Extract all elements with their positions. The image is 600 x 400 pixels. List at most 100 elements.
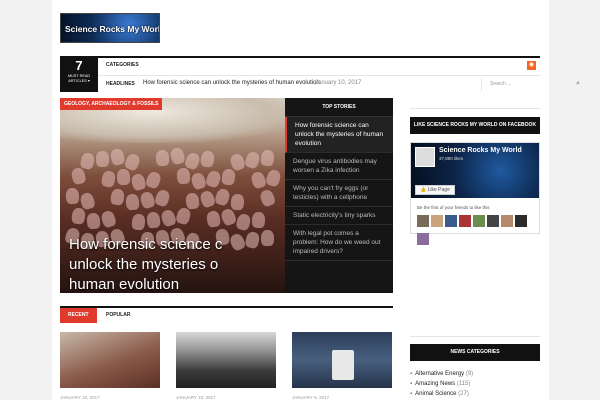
headline-link[interactable]: How forensic science can unlock the myst… <box>143 80 320 86</box>
article-date: JANUARY 10, 2017 <box>176 395 216 400</box>
hand-stencil-shape <box>95 150 110 168</box>
top-stories-panel: TOP STORIES How forensic science can unl… <box>285 98 393 293</box>
hand-stencil-shape <box>185 192 200 210</box>
news-category-name: Alternative Energy <box>415 371 465 377</box>
hand-stencil-shape <box>230 193 245 211</box>
hand-stencil-shape <box>131 213 146 231</box>
hand-stencil-shape <box>198 189 217 209</box>
news-category-name: Amazing News <box>415 381 456 387</box>
site-logo[interactable]: Science Rocks My World... <box>60 13 160 43</box>
top-stories-heading: TOP STORIES <box>285 98 393 117</box>
hand-stencil-shape <box>125 193 140 211</box>
must-read-counter[interactable]: 7 MUST READ ARTICLES ▾ <box>60 58 98 92</box>
news-category-item[interactable]: ▪ Amazing News (115) <box>410 379 540 389</box>
facebook-friend-avatar[interactable] <box>445 215 457 227</box>
hand-stencil-shape <box>79 151 96 171</box>
logo-text: Science Rocks My World... <box>65 24 160 34</box>
top-story-item[interactable]: Why you can't fry eggs (or testicles) wi… <box>285 180 393 207</box>
featured-title-line: human evolution <box>69 276 180 293</box>
hand-stencil-shape <box>70 166 87 186</box>
bullet-icon: ▪ <box>410 381 413 387</box>
hand-stencil-shape <box>264 168 283 188</box>
article-date: JANUARY 9, 2017 <box>292 395 330 400</box>
top-story-item[interactable]: How forensic science can unlock the myst… <box>285 117 393 153</box>
tab-recent[interactable]: RECENT <box>60 308 97 323</box>
news-category-count: (115) <box>456 381 471 387</box>
facebook-like-box: Science Rocks My World 37,880 likes 👍 Li… <box>410 142 540 245</box>
news-categories-list: ▪ Alternative Energy (9) ▪ Amazing News (1… <box>410 369 540 399</box>
featured-title[interactable]: How forensic science c unlock the myster… <box>69 235 279 293</box>
hand-stencil-shape <box>169 146 186 166</box>
hand-stencil-shape <box>235 212 252 232</box>
hand-stencil-shape <box>243 150 262 170</box>
recent-popular-tabs: RECENT POPULAR <box>60 306 393 323</box>
article-thumbnail[interactable] <box>60 332 160 388</box>
bullet-icon: ▪ <box>410 391 413 397</box>
thumbs-up-icon: 👍 <box>420 187 427 193</box>
facebook-like-count: 37,880 likes <box>439 156 464 161</box>
hand-stencil-shape <box>138 190 157 210</box>
top-story-item[interactable]: Dengue virus antibodies may worsen a Zik… <box>285 153 393 180</box>
rss-icon[interactable]: ◉ <box>527 61 536 70</box>
facebook-friend-avatar[interactable] <box>487 215 499 227</box>
facebook-friend-avatar[interactable] <box>501 215 513 227</box>
hand-stencil-shape <box>109 188 126 206</box>
hand-stencil-shape <box>199 150 216 168</box>
hand-stencil-shape <box>204 169 223 189</box>
hand-stencil-shape <box>174 206 193 226</box>
facebook-friend-avatar[interactable] <box>417 215 429 227</box>
facebook-page-name[interactable]: Science Rocks My World <box>439 147 522 154</box>
news-category-item[interactable]: ▪ Animal Science (27) <box>410 389 540 399</box>
hand-stencil-shape <box>249 170 268 190</box>
headline-ticker: HEADLINES How forensic science can unloc… <box>98 75 580 92</box>
hand-stencil-shape <box>109 147 126 167</box>
featured-title-line: How forensic science c <box>69 236 223 253</box>
sidebar-divider <box>410 108 540 109</box>
featured-title-line: unlock the mysteries o <box>69 256 219 273</box>
hand-stencil-shape <box>258 188 277 208</box>
hand-stencil-shape <box>146 211 161 229</box>
article-thumbnail[interactable] <box>176 332 276 388</box>
headline-date: January 10, 2017 <box>315 80 362 86</box>
bullet-icon: ▪ <box>410 371 413 377</box>
hand-stencil-shape <box>155 149 170 167</box>
facebook-like-button-label: Like Page <box>427 187 450 193</box>
article-thumbnail[interactable] <box>292 332 392 388</box>
top-story-item[interactable]: With legal pot comes a problem: How do w… <box>285 225 393 261</box>
hand-stencil-shape <box>65 187 80 205</box>
hand-stencil-shape <box>99 209 118 229</box>
headlines-label: HEADLINES <box>106 81 135 87</box>
news-category-count: (9) <box>465 371 474 377</box>
hand-stencil-shape <box>159 208 178 228</box>
news-category-item[interactable]: ▪ Alternative Energy (9) <box>410 369 540 379</box>
must-read-count: 7 <box>75 58 83 73</box>
phone-in-pocket-image <box>332 350 354 380</box>
search-box[interactable]: Search ... ⌕ <box>481 78 585 91</box>
hand-stencil-shape <box>213 187 232 207</box>
tab-popular[interactable]: POPULAR <box>98 308 138 323</box>
facebook-like-button[interactable]: 👍 Like Page <box>415 185 455 195</box>
search-icon[interactable]: ⌕ <box>576 80 580 88</box>
facebook-friend-faces <box>417 214 539 250</box>
search-input[interactable]: Search ... <box>490 81 511 87</box>
hand-stencil-shape <box>221 168 236 186</box>
facebook-friend-avatar[interactable] <box>431 215 443 227</box>
facebook-friend-avatar[interactable] <box>459 215 471 227</box>
facebook-friend-avatar[interactable] <box>417 233 429 245</box>
featured-category-tag[interactable]: GEOLOGY, ARCHAEOLOGY & FOSSILS <box>60 98 163 110</box>
hand-stencil-shape <box>130 172 147 192</box>
hand-stencil-shape <box>144 170 163 190</box>
top-story-item[interactable]: Static electricity's tiny sparks <box>285 207 393 225</box>
sidebar-divider <box>410 336 540 337</box>
facebook-friend-avatar[interactable] <box>515 215 527 227</box>
featured-article[interactable]: GEOLOGY, ARCHAEOLOGY & FOSSILS How foren… <box>60 98 285 293</box>
hand-stencil-shape <box>70 207 87 225</box>
news-category-name: Animal Science <box>415 391 457 397</box>
facebook-page-avatar[interactable] <box>415 147 435 167</box>
facebook-widget-heading: LIKE SCIENCE ROCKS MY WORLD ON FACEBOOK <box>410 117 540 134</box>
categories-menu[interactable]: CATEGORIES <box>106 62 139 68</box>
must-read-label: MUST READ ARTICLES ▾ <box>67 74 91 83</box>
news-categories-heading: NEWS CATEGORIES <box>410 344 540 361</box>
hand-stencil-shape <box>251 211 266 229</box>
facebook-friend-avatar[interactable] <box>473 215 485 227</box>
